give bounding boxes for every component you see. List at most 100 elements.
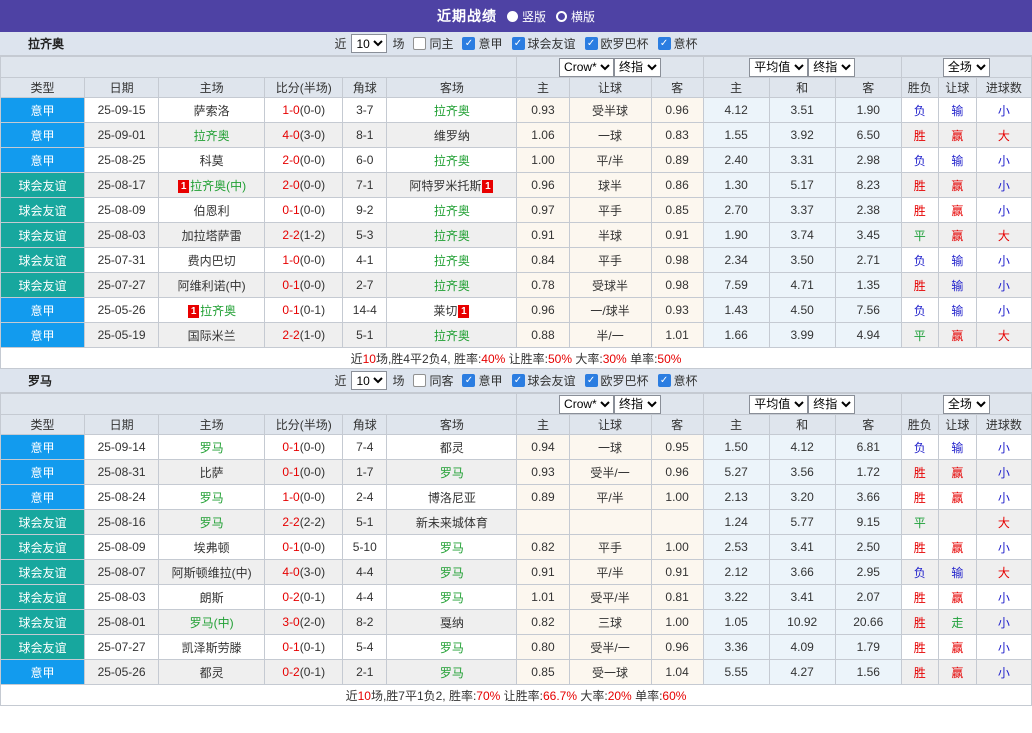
away-team-name: 拉齐奥 xyxy=(433,328,470,343)
league-checkbox-serie-a[interactable] xyxy=(462,374,476,387)
league-label-friendly: 球会友谊 xyxy=(527,374,576,388)
date-cell: 25-05-19 xyxy=(84,322,160,348)
home-team-cell: 拉齐奥 xyxy=(158,122,266,148)
home-team-cell: 罗马 xyxy=(158,509,266,535)
corner-cell: 3-7 xyxy=(342,97,388,123)
same-venue-label: 同主 xyxy=(429,37,454,51)
match-outcome-cell: 平 xyxy=(900,322,939,348)
home-team-cell: 罗马(中) xyxy=(158,609,266,635)
corner-cell: 4-1 xyxy=(342,247,388,273)
league-label-europa: 欧罗巴杯 xyxy=(600,37,649,51)
away-team-cell: 罗马 xyxy=(386,459,518,485)
asia-home-odds-cell: 0.82 xyxy=(516,534,570,560)
summary-segment: 40% xyxy=(481,351,506,366)
match-outcome-cell: 胜 xyxy=(900,197,939,223)
fulltime-score: 3-0 xyxy=(282,615,300,629)
asia-odds-type-select[interactable]: 终指 xyxy=(614,57,662,77)
handicap-outcome-cell: 输 xyxy=(937,247,977,273)
euro-bookmaker-select[interactable]: 平均值 xyxy=(749,394,809,414)
away-team-name: 拉齐奥 xyxy=(433,278,470,293)
euro-away-odds-cell: 2.50 xyxy=(834,534,902,560)
score-cell: 0-1(0-1) xyxy=(264,634,344,660)
match-outcome-cell: 胜 xyxy=(900,634,939,660)
league-checkbox-serie-a[interactable] xyxy=(462,37,476,50)
goals-outcome-cell: 小 xyxy=(975,584,1032,610)
fulltime-score: 0-1 xyxy=(282,440,300,454)
corner-cell: 7-1 xyxy=(342,172,388,198)
away-team-cell: 拉齐奥 xyxy=(386,322,518,348)
euro-draw-odds-cell: 3.99 xyxy=(768,322,836,348)
score-cell: 1-0(0-0) xyxy=(264,484,344,510)
score-cell: 0-1(0-1) xyxy=(264,297,344,323)
corner-cell: 2-1 xyxy=(342,659,388,685)
layout-option-vertical[interactable]: 竖版 xyxy=(506,8,546,25)
scope-select[interactable]: 全场 xyxy=(942,394,990,414)
fulltime-score: 0-2 xyxy=(282,665,300,679)
date-cell: 25-08-01 xyxy=(84,609,160,635)
asia-odds-type-select[interactable]: 终指 xyxy=(614,394,662,414)
home-team-name: 科莫 xyxy=(199,153,224,168)
home-team-cell: 1 拉齐奥 xyxy=(158,297,266,323)
asia-odds-selects: Crow* 终指 xyxy=(516,393,704,415)
euro-away-odds-cell: 20.66 xyxy=(834,609,902,635)
score-cell: 2-0(0-0) xyxy=(264,172,344,198)
match-count-select[interactable]: 10 xyxy=(351,371,388,390)
league-label-serie-a: 意甲 xyxy=(478,37,503,51)
match-count-select[interactable]: 10 xyxy=(351,34,388,53)
scope-select[interactable]: 全场 xyxy=(942,57,990,77)
home-team-name: 比萨 xyxy=(199,465,224,480)
euro-draw-odds-cell: 4.09 xyxy=(768,634,836,660)
radio-unselected-icon[interactable] xyxy=(556,10,567,22)
match-row: 意甲 25-05-26 1 拉齐奥 0-1(0-1) 14-4 莱切 1 0.96 一/球半 0.9… xyxy=(0,297,1032,323)
euro-odds-type-select[interactable]: 终指 xyxy=(808,57,856,77)
league-checkbox-europa[interactable] xyxy=(584,374,598,387)
asia-bookmaker-select[interactable]: Crow* xyxy=(559,57,615,77)
euro-draw-odds-cell: 4.50 xyxy=(768,297,836,323)
euro-home-odds-cell: 1.66 xyxy=(702,322,770,348)
home-team-cell: 比萨 xyxy=(158,459,266,485)
odds-source-row: Crow* 终指 平均值 终指 全场 xyxy=(0,56,1032,78)
euro-bookmaker-select[interactable]: 平均值 xyxy=(749,57,809,77)
euro-draw-odds-cell: 5.17 xyxy=(768,172,836,198)
away-team-name: 罗马 xyxy=(439,590,464,605)
euro-away-odds-cell: 2.95 xyxy=(834,559,902,585)
summary-line: 近10场,胜4平2负4, 胜率:40% 让胜率:50% 大率:30% 单率:50… xyxy=(0,347,1032,369)
score-cell: 1-0(0-0) xyxy=(264,97,344,123)
away-team-name: 博洛尼亚 xyxy=(427,490,476,505)
radio-selected-icon[interactable] xyxy=(506,10,518,22)
league-label-coppa: 意杯 xyxy=(673,374,698,388)
col-home: 主场 xyxy=(158,77,266,98)
league-checkbox-friendly[interactable] xyxy=(511,374,525,387)
asia-bookmaker-select[interactable]: Crow* xyxy=(559,394,615,414)
league-type-cell: 球会友谊 xyxy=(0,559,86,585)
fulltime-score: 4-0 xyxy=(282,565,300,579)
red-card-badge: 1 xyxy=(178,179,190,193)
date-cell: 25-08-09 xyxy=(84,534,160,560)
same-venue-checkbox[interactable] xyxy=(413,37,427,50)
date-cell: 25-09-01 xyxy=(84,122,160,148)
league-checkbox-europa[interactable] xyxy=(584,37,598,50)
goals-outcome-cell: 小 xyxy=(975,659,1032,685)
asia-away-odds-cell: 0.85 xyxy=(650,197,704,223)
away-team-cell: 戛纳 xyxy=(386,609,518,635)
col-euro-draw: 和 xyxy=(768,77,836,98)
col-euro-away: 客 xyxy=(834,77,902,98)
league-checkbox-friendly[interactable] xyxy=(511,37,525,50)
asia-away-odds-cell: 1.00 xyxy=(650,534,704,560)
same-venue-label: 同客 xyxy=(429,374,454,388)
home-team-cell: 凯泽斯劳滕 xyxy=(158,634,266,660)
league-checkbox-coppa[interactable] xyxy=(657,37,671,50)
euro-odds-type-select[interactable]: 终指 xyxy=(808,394,856,414)
halftime-score: (2-2) xyxy=(299,515,326,529)
fulltime-score: 0-1 xyxy=(282,640,300,654)
col-away: 客场 xyxy=(386,77,518,98)
corner-cell: 5-1 xyxy=(342,322,388,348)
handicap-outcome-cell: 赢 xyxy=(937,484,977,510)
layout-option-horizontal[interactable]: 横版 xyxy=(556,8,595,25)
euro-away-odds-cell: 6.81 xyxy=(834,434,902,460)
same-venue-checkbox[interactable] xyxy=(413,374,427,387)
asia-away-odds-cell: 0.93 xyxy=(650,297,704,323)
fulltime-score: 1-0 xyxy=(282,103,300,117)
league-checkbox-coppa[interactable] xyxy=(657,374,671,387)
date-cell: 25-08-03 xyxy=(84,584,160,610)
